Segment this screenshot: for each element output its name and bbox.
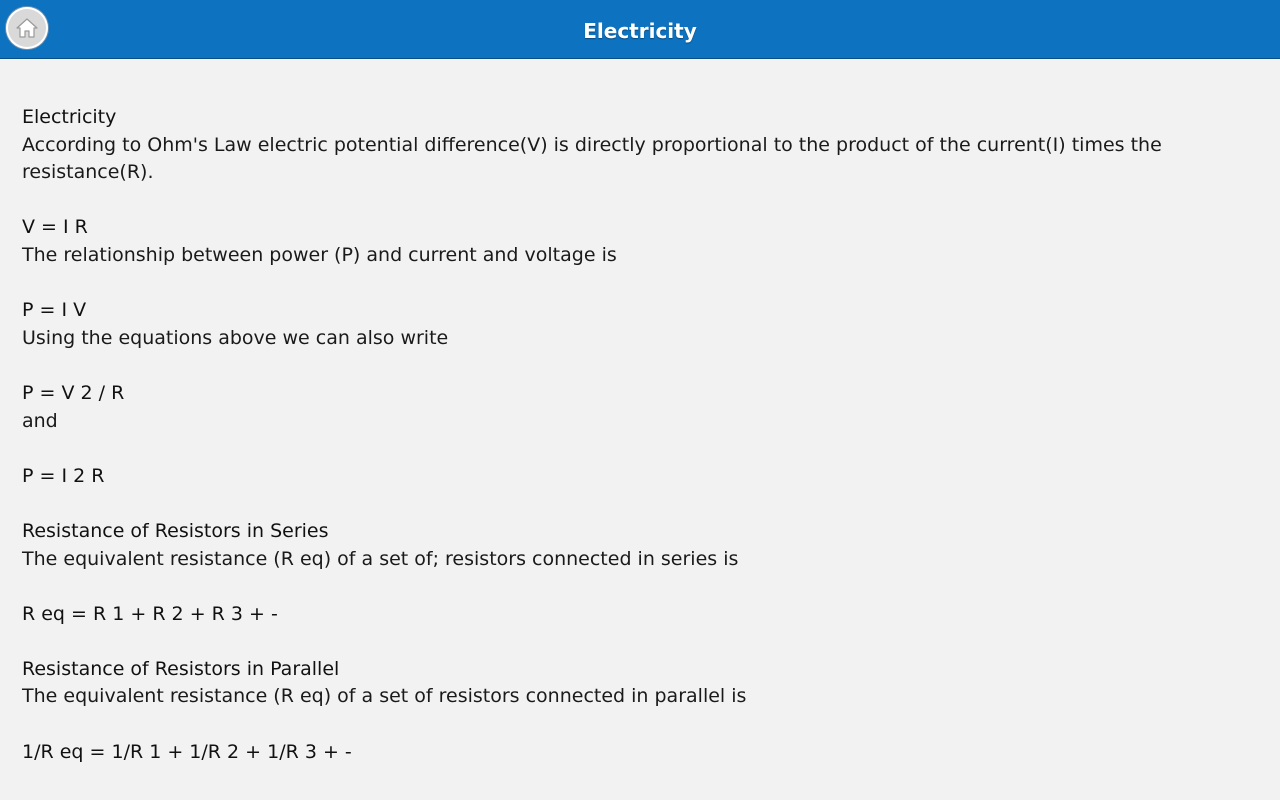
home-icon — [15, 17, 39, 39]
series-paragraph: The equivalent resistance (R eq) of a se… — [22, 547, 739, 570]
formula-p-i2r: P = I 2 R — [22, 464, 105, 487]
page-title: Electricity — [583, 19, 697, 43]
app-bar: Electricity — [0, 0, 1280, 59]
and-text: and — [22, 409, 58, 432]
section-heading-electricity: Electricity — [22, 106, 117, 128]
power-paragraph: The relationship between power (P) and c… — [22, 243, 617, 266]
formula-series: R eq = R 1 + R 2 + R 3 + - — [22, 602, 278, 625]
section-heading-series: Resistance of Resistors in Series — [22, 519, 329, 542]
ohm-law-paragraph: According to Ohm's Law electric potentia… — [22, 133, 1168, 184]
formula-p-v2r: P = V 2 / R — [22, 381, 125, 404]
formula-p-iv: P = I V — [22, 299, 87, 322]
formula-v-ir: V = I R — [22, 216, 88, 239]
using-equations-paragraph: Using the equations above we can also wr… — [22, 326, 449, 349]
formula-parallel: 1/R eq = 1/R 1 + 1/R 2 + 1/R 3 + - — [22, 740, 352, 763]
home-button[interactable] — [6, 7, 48, 49]
parallel-paragraph: The equivalent resistance (R eq) of a se… — [22, 685, 747, 708]
article-content: Electricity According to Ohm's Law elect… — [22, 104, 1232, 766]
section-heading-parallel: Resistance of Resistors in Parallel — [22, 657, 340, 680]
